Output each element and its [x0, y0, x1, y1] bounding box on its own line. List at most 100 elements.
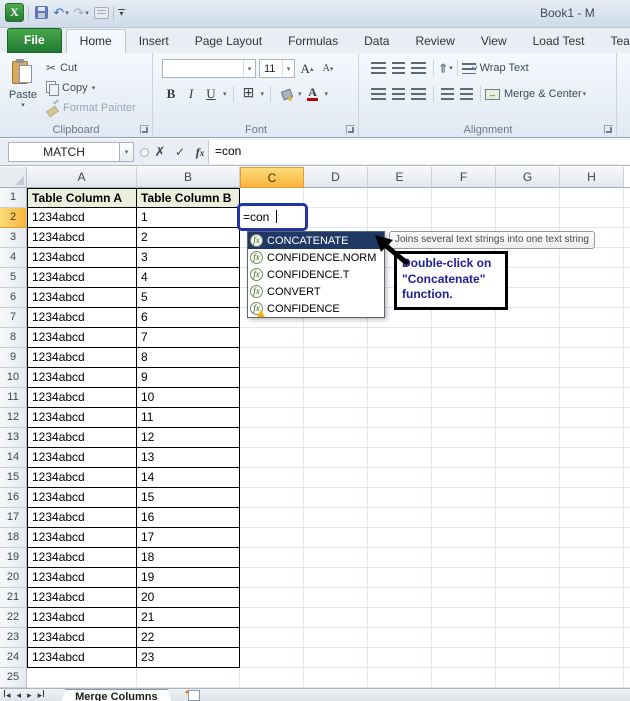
cell-A15[interactable]: 1234abcd	[27, 468, 137, 488]
insert-worksheet-button[interactable]: ✦	[183, 690, 205, 701]
cell-A14[interactable]: 1234abcd	[27, 448, 137, 468]
font-name-combo[interactable]: ▾	[162, 59, 256, 78]
cell-B25[interactable]	[137, 668, 240, 688]
row-header-7[interactable]: 7	[0, 308, 27, 328]
cell-H2[interactable]	[560, 208, 624, 228]
cell-D17[interactable]	[304, 508, 368, 528]
cell-A19[interactable]: 1234abcd	[27, 548, 137, 568]
cell-B20[interactable]: 19	[137, 568, 240, 588]
font-color-button[interactable]: A	[304, 85, 322, 103]
cell-D21[interactable]	[304, 588, 368, 608]
italic-button[interactable]: I	[182, 85, 200, 103]
cell-G18[interactable]	[496, 528, 560, 548]
cell-C13[interactable]	[240, 428, 304, 448]
cell-G9[interactable]	[496, 348, 560, 368]
edit-cell-c2[interactable]: =con	[237, 203, 308, 231]
row-header-23[interactable]: 23	[0, 628, 27, 648]
cell-B4[interactable]: 3	[137, 248, 240, 268]
bold-button[interactable]: B	[162, 85, 180, 103]
cell-A7[interactable]: 1234abcd	[27, 308, 137, 328]
cell-F21[interactable]	[432, 588, 496, 608]
autocomplete-item-concatenate[interactable]: fxCONCATENATE	[248, 232, 384, 249]
cell-B18[interactable]: 17	[137, 528, 240, 548]
cell-H24[interactable]	[560, 648, 624, 668]
redo-button[interactable]: ↷▾	[73, 4, 89, 22]
cell-A24[interactable]: 1234abcd	[27, 648, 137, 668]
cell-B15[interactable]: 14	[137, 468, 240, 488]
cell-C19[interactable]	[240, 548, 304, 568]
cell-H13[interactable]	[560, 428, 624, 448]
cell-D22[interactable]	[304, 608, 368, 628]
row-header-17[interactable]: 17	[0, 508, 27, 528]
autocomplete-item-confidence.norm[interactable]: fxCONFIDENCE.NORM	[248, 249, 384, 266]
cell-E14[interactable]	[368, 448, 432, 468]
row-header-19[interactable]: 19	[0, 548, 27, 568]
cell-H7[interactable]	[560, 308, 624, 328]
cell-H8[interactable]	[560, 328, 624, 348]
column-header-g[interactable]: G	[496, 167, 560, 188]
cell-F12[interactable]	[432, 408, 496, 428]
cell-E13[interactable]	[368, 428, 432, 448]
align-bottom-icon[interactable]	[411, 62, 426, 74]
shrink-font-button[interactable]: A▾	[319, 60, 337, 78]
cell-F8[interactable]	[432, 328, 496, 348]
name-box-dropdown[interactable]: ▾	[120, 142, 134, 162]
cell-B6[interactable]: 5	[137, 288, 240, 308]
alignment-dialog-launcher[interactable]	[604, 125, 613, 134]
row-header-12[interactable]: 12	[0, 408, 27, 428]
cell-G25[interactable]	[496, 668, 560, 688]
cell-D2[interactable]	[304, 208, 368, 228]
cell-H22[interactable]	[560, 608, 624, 628]
cell-G11[interactable]	[496, 388, 560, 408]
wrap-text-button[interactable]: Wrap Text	[480, 62, 529, 74]
cell-C17[interactable]	[240, 508, 304, 528]
cell-E22[interactable]	[368, 608, 432, 628]
cell-A11[interactable]: 1234abcd	[27, 388, 137, 408]
tab-data[interactable]: Data	[351, 30, 402, 53]
cell-F24[interactable]	[432, 648, 496, 668]
enter-button[interactable]: ✓	[171, 143, 189, 161]
cell-B2[interactable]: 1	[137, 208, 240, 228]
row-header-13[interactable]: 13	[0, 428, 27, 448]
cell-G21[interactable]	[496, 588, 560, 608]
merge-center-dropdown-icon[interactable]: ▾	[583, 90, 587, 98]
cell-H16[interactable]	[560, 488, 624, 508]
align-top-icon[interactable]	[371, 62, 386, 74]
cell-F13[interactable]	[432, 428, 496, 448]
cell-G24[interactable]	[496, 648, 560, 668]
cell-F25[interactable]	[432, 668, 496, 688]
cell-B3[interactable]: 2	[137, 228, 240, 248]
cell-G17[interactable]	[496, 508, 560, 528]
tab-formulas[interactable]: Formulas	[275, 30, 351, 53]
cell-D24[interactable]	[304, 648, 368, 668]
tab-file[interactable]: File	[7, 28, 62, 53]
cell-H18[interactable]	[560, 528, 624, 548]
cell-B16[interactable]: 15	[137, 488, 240, 508]
cell-H23[interactable]	[560, 628, 624, 648]
cell-C9[interactable]	[240, 348, 304, 368]
autocomplete-item-convert[interactable]: fxCONVERT	[248, 283, 384, 300]
cell-F7[interactable]	[432, 308, 496, 328]
column-header-f[interactable]: F	[432, 167, 496, 188]
fill-color-dropdown-icon[interactable]: ▾	[298, 90, 302, 98]
cell-D10[interactable]	[304, 368, 368, 388]
cell-C21[interactable]	[240, 588, 304, 608]
font-name-dropdown-icon[interactable]: ▾	[243, 60, 255, 77]
cell-E15[interactable]	[368, 468, 432, 488]
cell-H12[interactable]	[560, 408, 624, 428]
column-header-c[interactable]: C	[240, 167, 304, 188]
font-color-dropdown-icon[interactable]: ▾	[325, 90, 329, 98]
row-header-25[interactable]: 25	[0, 668, 27, 688]
cell-E9[interactable]	[368, 348, 432, 368]
cell-E16[interactable]	[368, 488, 432, 508]
sheet-tab-merge-columns[interactable]: Merge Columns	[58, 689, 175, 701]
cell-E17[interactable]	[368, 508, 432, 528]
autocomplete-item-confidence.t[interactable]: fxCONFIDENCE.T	[248, 266, 384, 283]
cell-H17[interactable]	[560, 508, 624, 528]
cell-A25[interactable]	[27, 668, 137, 688]
cell-H9[interactable]	[560, 348, 624, 368]
orientation-icon[interactable]: ⇗	[435, 59, 452, 76]
cell-F18[interactable]	[432, 528, 496, 548]
cell-A10[interactable]: 1234abcd	[27, 368, 137, 388]
cell-E25[interactable]	[368, 668, 432, 688]
